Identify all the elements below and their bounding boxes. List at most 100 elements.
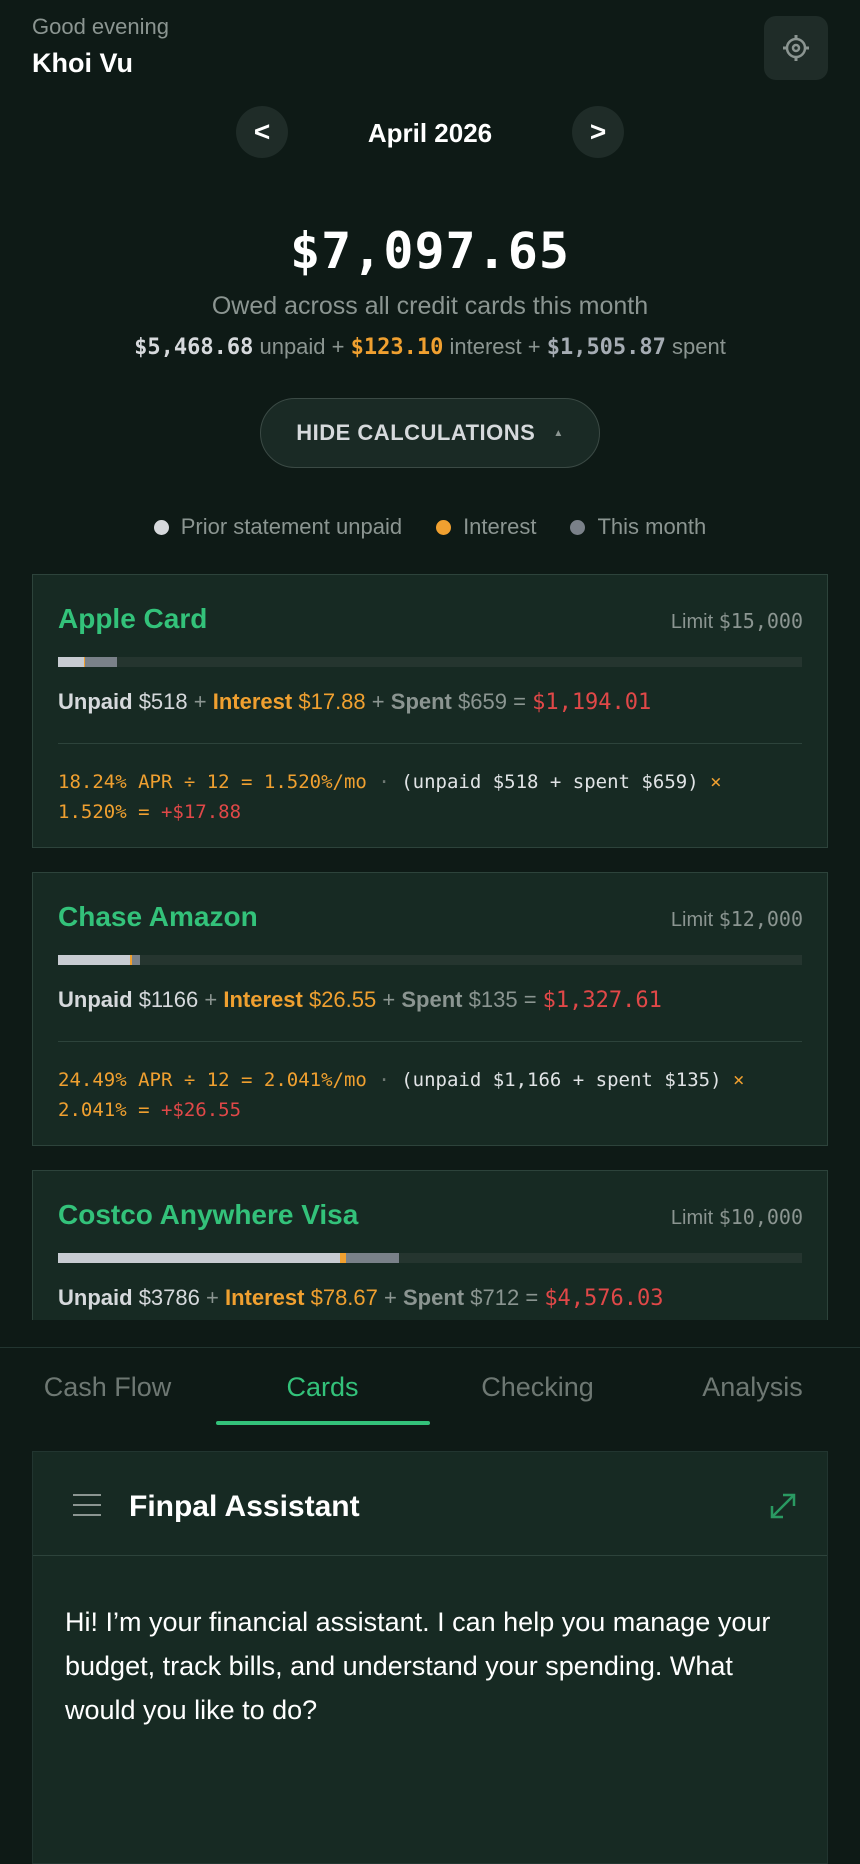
breakdown-unpaid: $5,468.68	[134, 335, 254, 360]
interest-label: Interest	[224, 1285, 305, 1310]
legend-label: Prior statement unpaid	[180, 514, 403, 539]
spent-label: Spent	[401, 987, 463, 1012]
spent-value: $135	[468, 987, 518, 1012]
calc-result: +$17.88	[160, 801, 242, 823]
credit-card-costco[interactable]: Costco Anywhere Visa Limit $10,000 Unpai…	[32, 1170, 828, 1320]
interest-value: $78.67	[310, 1285, 378, 1310]
card-name: Apple Card	[58, 603, 208, 634]
total-subtitle: Owed across all credit cards this month	[211, 292, 649, 320]
utilization-bar	[58, 1253, 802, 1263]
cards-list[interactable]: Apple Card Limit $15,000 Unpaid $518 + I…	[0, 574, 860, 1320]
interest-value: $26.55	[308, 987, 377, 1012]
greeting-text: Good evening	[32, 14, 169, 39]
unpaid-label: Unpaid	[58, 987, 133, 1012]
interest-label: Interest	[212, 689, 293, 714]
legend-item: Interest	[436, 514, 536, 540]
divider	[58, 743, 802, 744]
breakdown-interest-word: interest +	[449, 334, 541, 359]
bar-unpaid-segment	[58, 657, 84, 667]
unpaid-label: Unpaid	[58, 689, 133, 714]
limit-value: $12,000	[718, 907, 803, 931]
tab-analysis[interactable]: Analysis	[645, 1372, 860, 1403]
card-formula: Unpaid $3786 + Interest $78.67 + Spent $…	[58, 1285, 664, 1311]
card-total: $1,194.01	[532, 690, 652, 715]
card-name: Costco Anywhere Visa	[58, 1199, 359, 1230]
assistant-message: Hi! I’m your financial assistant. I can …	[65, 1607, 771, 1725]
card-formula: Unpaid $1166 + Interest $26.55 + Spent $…	[58, 987, 662, 1013]
interest-label: Interest	[223, 987, 303, 1012]
bar-spent-segment	[345, 1253, 399, 1263]
calc-times: ×	[732, 1069, 745, 1091]
calc-base: (unpaid $1,166 + spent $135)	[401, 1069, 722, 1091]
legend: Prior statement unpaid Interest This mon…	[0, 514, 860, 540]
hide-calculations-label: HIDE CALCULATIONS	[296, 420, 536, 445]
calc-times: ×	[710, 771, 722, 793]
calc-result: +$26.55	[160, 1099, 242, 1121]
limit-label: Limit	[670, 909, 714, 931]
card-limit: Limit $15,000	[671, 609, 803, 634]
bar-unpaid-segment	[58, 1253, 340, 1263]
month-label: April 2026	[367, 118, 493, 148]
active-tab-indicator	[216, 1421, 430, 1425]
spent-label: Spent	[390, 689, 452, 714]
unpaid-value: $3786	[138, 1285, 200, 1310]
legend-label: Interest	[463, 514, 537, 539]
tab-checking[interactable]: Checking	[430, 1372, 645, 1403]
limit-value: $10,000	[718, 1205, 803, 1229]
limit-label: Limit	[670, 1207, 714, 1229]
credit-card-apple[interactable]: Apple Card Limit $15,000 Unpaid $518 + I…	[32, 574, 828, 848]
interest-calculation: 24.49% APR ÷ 12 = 2.041%/mo · (unpaid $1…	[58, 1065, 808, 1125]
next-month-button[interactable]: >	[572, 106, 624, 158]
tab-cards[interactable]: Cards	[215, 1372, 430, 1403]
caret-up-icon: ▲	[553, 427, 564, 439]
interest-calculation: 18.24% APR ÷ 12 = 1.520%/mo · (unpaid $5…	[58, 767, 808, 827]
legend-item: This month	[570, 514, 706, 540]
user-name: Khoi Vu	[32, 48, 133, 78]
calc-rate: 18.24% APR ÷ 12 = 1.520%/mo	[58, 771, 367, 793]
assistant-panel: Finpal Assistant Hi! I’m your financial …	[32, 1451, 828, 1864]
limit-label: Limit	[670, 611, 714, 633]
assistant-header: Finpal Assistant	[33, 1452, 827, 1556]
hide-calculations-button[interactable]: HIDE CALCULATIONS ▲	[260, 398, 600, 468]
tab-cash-flow[interactable]: Cash Flow	[0, 1372, 215, 1403]
spent-value: $659	[458, 689, 507, 714]
legend-dot-interest	[436, 519, 452, 535]
calc-rate-repeat: 1.520% =	[58, 801, 150, 823]
breakdown-spent: $1,505.87	[546, 335, 666, 360]
spent-value: $712	[470, 1285, 520, 1310]
limit-value: $15,000	[718, 609, 803, 633]
unpaid-value: $518	[138, 689, 188, 714]
gear-icon	[783, 35, 809, 61]
total-breakdown: $5,468.68 unpaid + $123.10 interest + $1…	[0, 334, 860, 360]
calc-separator: ·	[378, 771, 390, 793]
calc-rate-repeat: 2.041% =	[58, 1099, 150, 1121]
tabs-divider	[0, 1347, 860, 1348]
menu-icon[interactable]	[73, 1494, 101, 1524]
unpaid-value: $1166	[138, 987, 199, 1012]
total-owed: $7,097.65	[290, 222, 570, 280]
legend-item: Prior statement unpaid	[153, 514, 403, 540]
spent-label: Spent	[403, 1285, 465, 1310]
bar-unpaid-segment	[58, 955, 131, 965]
card-total: $4,576.03	[544, 1286, 664, 1311]
breakdown-unpaid-word: unpaid +	[259, 334, 345, 359]
bar-spent-segment	[131, 955, 141, 965]
card-formula: Unpaid $518 + Interest $17.88 + Spent $6…	[58, 689, 652, 715]
utilization-bar	[58, 657, 802, 667]
utilization-bar	[58, 955, 802, 965]
unpaid-label: Unpaid	[58, 1285, 133, 1310]
card-limit: Limit $10,000	[671, 1205, 803, 1230]
settings-button[interactable]	[764, 16, 828, 80]
card-total: $1,327.61	[542, 988, 662, 1013]
legend-dot-this-month	[570, 519, 586, 535]
interest-value: $17.88	[298, 689, 366, 714]
expand-icon[interactable]	[769, 1492, 797, 1520]
calc-base: (unpaid $518 + spent $659)	[401, 771, 699, 793]
legend-label: This month	[597, 514, 707, 539]
calc-separator: ·	[378, 1069, 390, 1091]
credit-card-chase-amazon[interactable]: Chase Amazon Limit $12,000 Unpaid $1166 …	[32, 872, 828, 1146]
breakdown-interest: $123.10	[350, 335, 444, 360]
breakdown-spent-word: spent	[672, 334, 726, 359]
divider	[58, 1041, 802, 1042]
legend-dot-unpaid	[153, 519, 169, 535]
